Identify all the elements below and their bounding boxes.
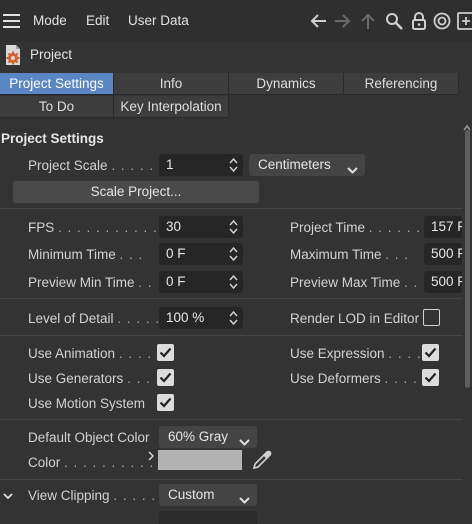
search-icon[interactable]	[384, 11, 404, 31]
eyedropper-icon[interactable]	[250, 448, 274, 472]
hamburger-menu-icon[interactable]	[3, 14, 20, 28]
render-lod-checkbox[interactable]	[423, 309, 440, 326]
fps-label: FPS . . . . . . . . . . . . .	[28, 220, 177, 235]
lock-icon[interactable]	[409, 11, 429, 31]
use-animation-checkbox[interactable]	[157, 344, 174, 361]
target-icon[interactable]	[432, 11, 452, 31]
minimum-time-label: Minimum Time . . .	[28, 247, 144, 262]
level-of-detail-input[interactable]: 100 %	[159, 307, 243, 329]
tab-key-interpolation[interactable]: Key Interpolation	[114, 96, 229, 118]
use-expression-label: Use Expression . . . . .	[290, 346, 432, 361]
maximum-time-label: Maximum Time . . .	[290, 247, 410, 262]
preview-min-time-input[interactable]: 0 F	[159, 271, 243, 293]
collapse-chevron-icon[interactable]	[2, 490, 14, 502]
new-window-icon[interactable]	[456, 11, 472, 31]
scrollbar-thumb[interactable]	[465, 130, 470, 388]
spinner-icon[interactable]	[229, 157, 238, 173]
project-scale-input[interactable]: 1	[159, 154, 243, 176]
default-object-color-dropdown[interactable]: 60% Gray	[159, 426, 257, 448]
use-generators-checkbox[interactable]	[157, 369, 174, 386]
project-time-input[interactable]: 157 F	[424, 216, 462, 238]
spinner-icon[interactable]	[229, 219, 238, 235]
use-deformers-checkbox[interactable]	[422, 369, 439, 386]
project-gear-icon	[3, 44, 23, 66]
divider	[0, 479, 462, 480]
section-title: Project Settings	[1, 131, 104, 146]
tab-project-settings[interactable]: Project Settings	[0, 73, 114, 95]
view-clipping-label: View Clipping . . . . . .	[28, 488, 166, 503]
spinner-icon[interactable]	[229, 246, 238, 262]
use-motion-system-label: Use Motion System	[28, 396, 146, 411]
divider	[0, 335, 462, 336]
tab-info[interactable]: Info	[114, 73, 229, 95]
tab-dynamics[interactable]: Dynamics	[229, 73, 344, 95]
default-object-color-label: Default Object Color	[28, 430, 150, 445]
use-animation-label: Use Animation . . . . .	[28, 346, 162, 361]
preview-max-time-label: Preview Max Time . .	[290, 275, 419, 290]
use-generators-label: Use Generators . . . .	[28, 371, 161, 386]
project-scale-label: Project Scale . . . . . .	[28, 158, 164, 173]
scroll-up-icon[interactable]	[462, 120, 472, 131]
preview-max-time-input[interactable]: 500 F	[424, 271, 462, 293]
spinner-icon[interactable]	[229, 274, 238, 290]
divider	[0, 298, 462, 299]
level-of-detail-label: Level of Detail . . . . .	[28, 311, 161, 326]
near-clip-field[interactable]	[159, 511, 257, 524]
fps-input[interactable]: 30	[159, 216, 243, 238]
tab-to-do[interactable]: To Do	[0, 96, 114, 118]
scale-project-button[interactable]: Scale Project...	[13, 181, 259, 203]
back-arrow-icon[interactable]	[308, 11, 328, 31]
chevron-down-icon	[239, 490, 250, 504]
preview-min-time-label: Preview Min Time . .	[28, 275, 153, 290]
menu-mode[interactable]: Mode	[33, 13, 67, 28]
use-motion-system-checkbox[interactable]	[157, 394, 174, 411]
scale-unit-dropdown[interactable]: Centimeters	[249, 154, 365, 176]
up-arrow-icon[interactable]	[358, 11, 378, 31]
chevron-right-icon[interactable]	[146, 450, 156, 462]
view-clipping-dropdown[interactable]: Custom	[159, 484, 257, 506]
spinner-icon[interactable]	[229, 310, 238, 326]
chevron-down-icon	[239, 432, 250, 446]
menu-user-data[interactable]: User Data	[128, 13, 189, 28]
menu-edit[interactable]: Edit	[86, 13, 109, 28]
tab-referencing[interactable]: Referencing	[344, 73, 459, 95]
use-deformers-label: Use Deformers . . . . .	[290, 371, 428, 386]
object-title: Project	[30, 47, 73, 62]
divider	[0, 208, 462, 209]
color-swatch[interactable]	[158, 450, 242, 470]
chevron-down-icon	[347, 160, 358, 174]
minimum-time-input[interactable]: 0 F	[159, 243, 243, 265]
use-expression-checkbox[interactable]	[422, 344, 439, 361]
divider	[0, 419, 462, 420]
render-lod-label: Render LOD in Editor	[290, 311, 420, 326]
maximum-time-input[interactable]: 500 F	[424, 243, 462, 265]
project-time-label: Project Time . . . . . .	[290, 220, 422, 235]
forward-arrow-icon[interactable]	[333, 11, 353, 31]
